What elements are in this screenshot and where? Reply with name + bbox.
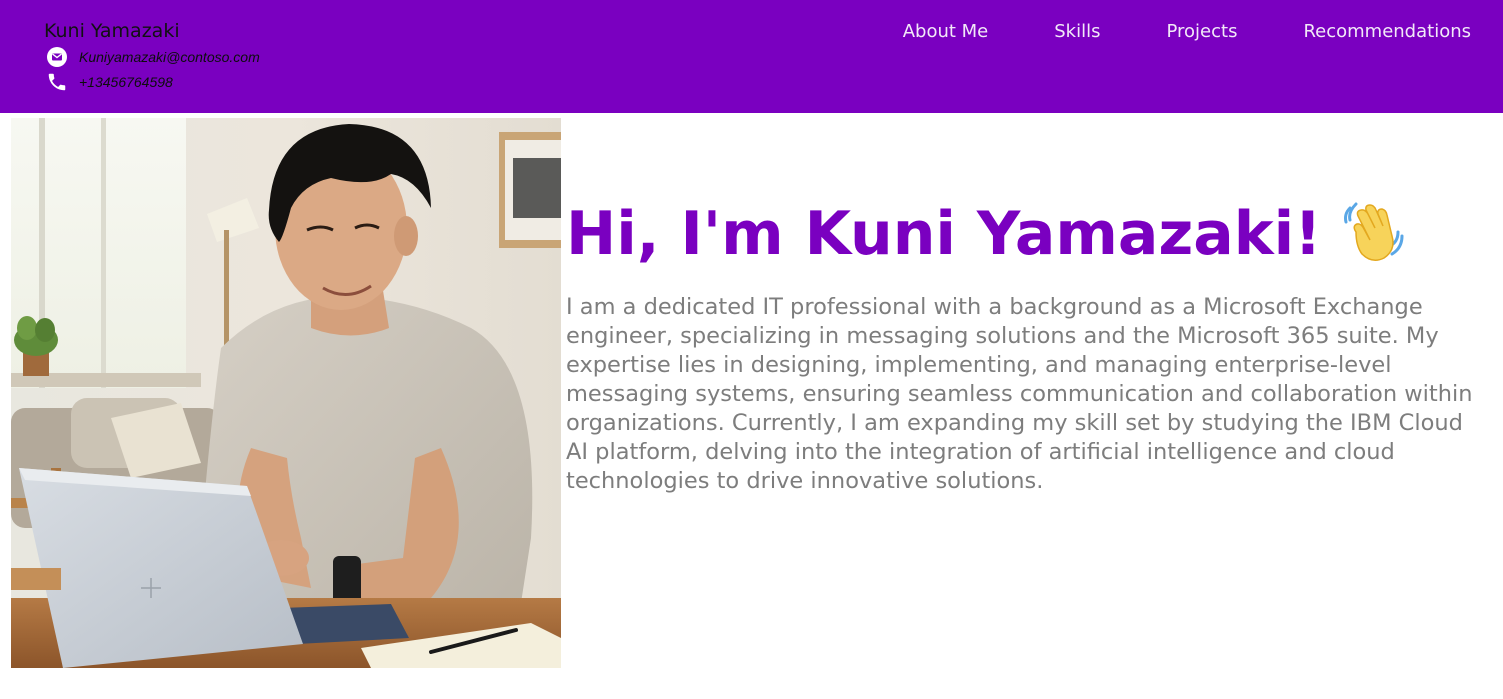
header-name: Kuni Yamazaki — [44, 20, 180, 42]
contact-email[interactable]: Kuniyamazaki@contoso.com — [79, 49, 260, 65]
nav-recommendations[interactable]: Recommendations — [1303, 21, 1471, 42]
site-header: Kuni Yamazaki Kuniyamazaki@contoso.com +… — [0, 0, 1503, 113]
nav-skills[interactable]: Skills — [1054, 21, 1100, 42]
nav-projects[interactable]: Projects — [1166, 21, 1237, 42]
main-nav: About Me Skills Projects Recommendations — [903, 21, 1471, 42]
hero-bio: I am a dedicated IT professional with a … — [566, 294, 1473, 494]
profile-photo — [11, 118, 561, 668]
nav-about-me[interactable]: About Me — [903, 21, 989, 42]
phone-icon — [46, 71, 68, 93]
email-icon — [46, 46, 68, 68]
contact-email-row: Kuniyamazaki@contoso.com — [46, 46, 260, 68]
contact-phone-row: +13456764598 — [46, 71, 173, 93]
hero-title-text: Hi, I'm Kuni Yamazaki! — [566, 199, 1322, 269]
contact-phone[interactable]: +13456764598 — [79, 74, 173, 90]
waving-hand-icon — [1340, 202, 1404, 266]
hero-title: Hi, I'm Kuni Yamazaki! — [566, 198, 1404, 270]
